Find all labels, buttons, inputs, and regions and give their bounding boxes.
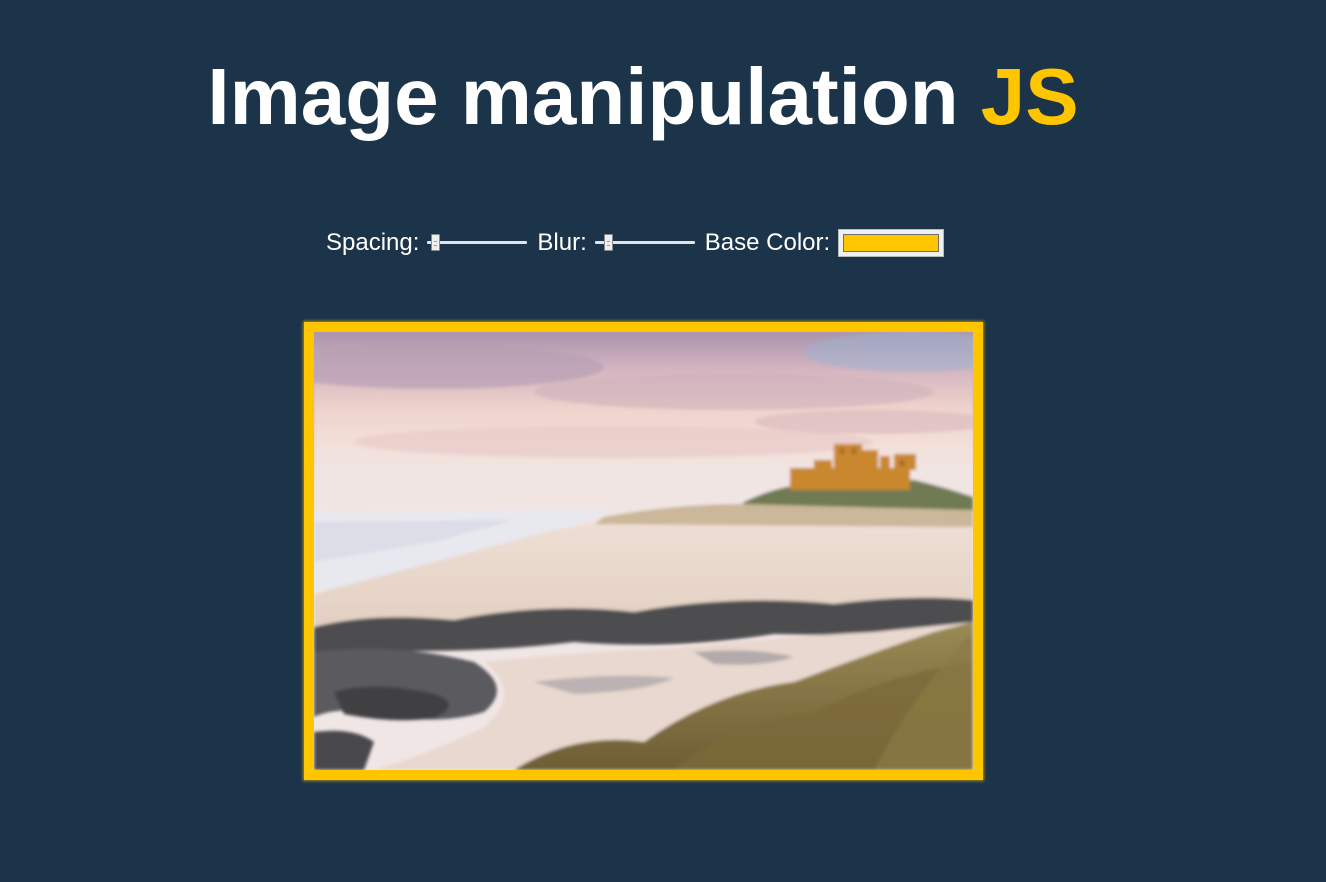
blur-label: Blur:	[537, 229, 587, 256]
base-color-label: Base Color:	[704, 229, 831, 256]
landscape-illustration	[314, 332, 973, 770]
blur-slider[interactable]	[594, 231, 695, 255]
spacing-slider-thumb[interactable]	[431, 234, 441, 251]
page-title: Image manipulation JS	[0, 52, 1286, 142]
spacing-slider[interactable]	[427, 231, 528, 255]
spacing-slider-track	[427, 241, 528, 244]
controls-bar: Spacing: Blur: Base Color:	[326, 228, 945, 258]
page-title-accent: JS	[980, 52, 1079, 141]
landscape-photo	[314, 332, 973, 770]
spacing-label: Spacing:	[326, 229, 420, 256]
base-color-swatch	[843, 234, 940, 252]
page-title-text: Image manipulation	[207, 52, 981, 141]
blur-slider-thumb[interactable]	[603, 234, 613, 251]
photo-frame	[304, 322, 983, 780]
base-color-picker[interactable]	[838, 229, 945, 257]
